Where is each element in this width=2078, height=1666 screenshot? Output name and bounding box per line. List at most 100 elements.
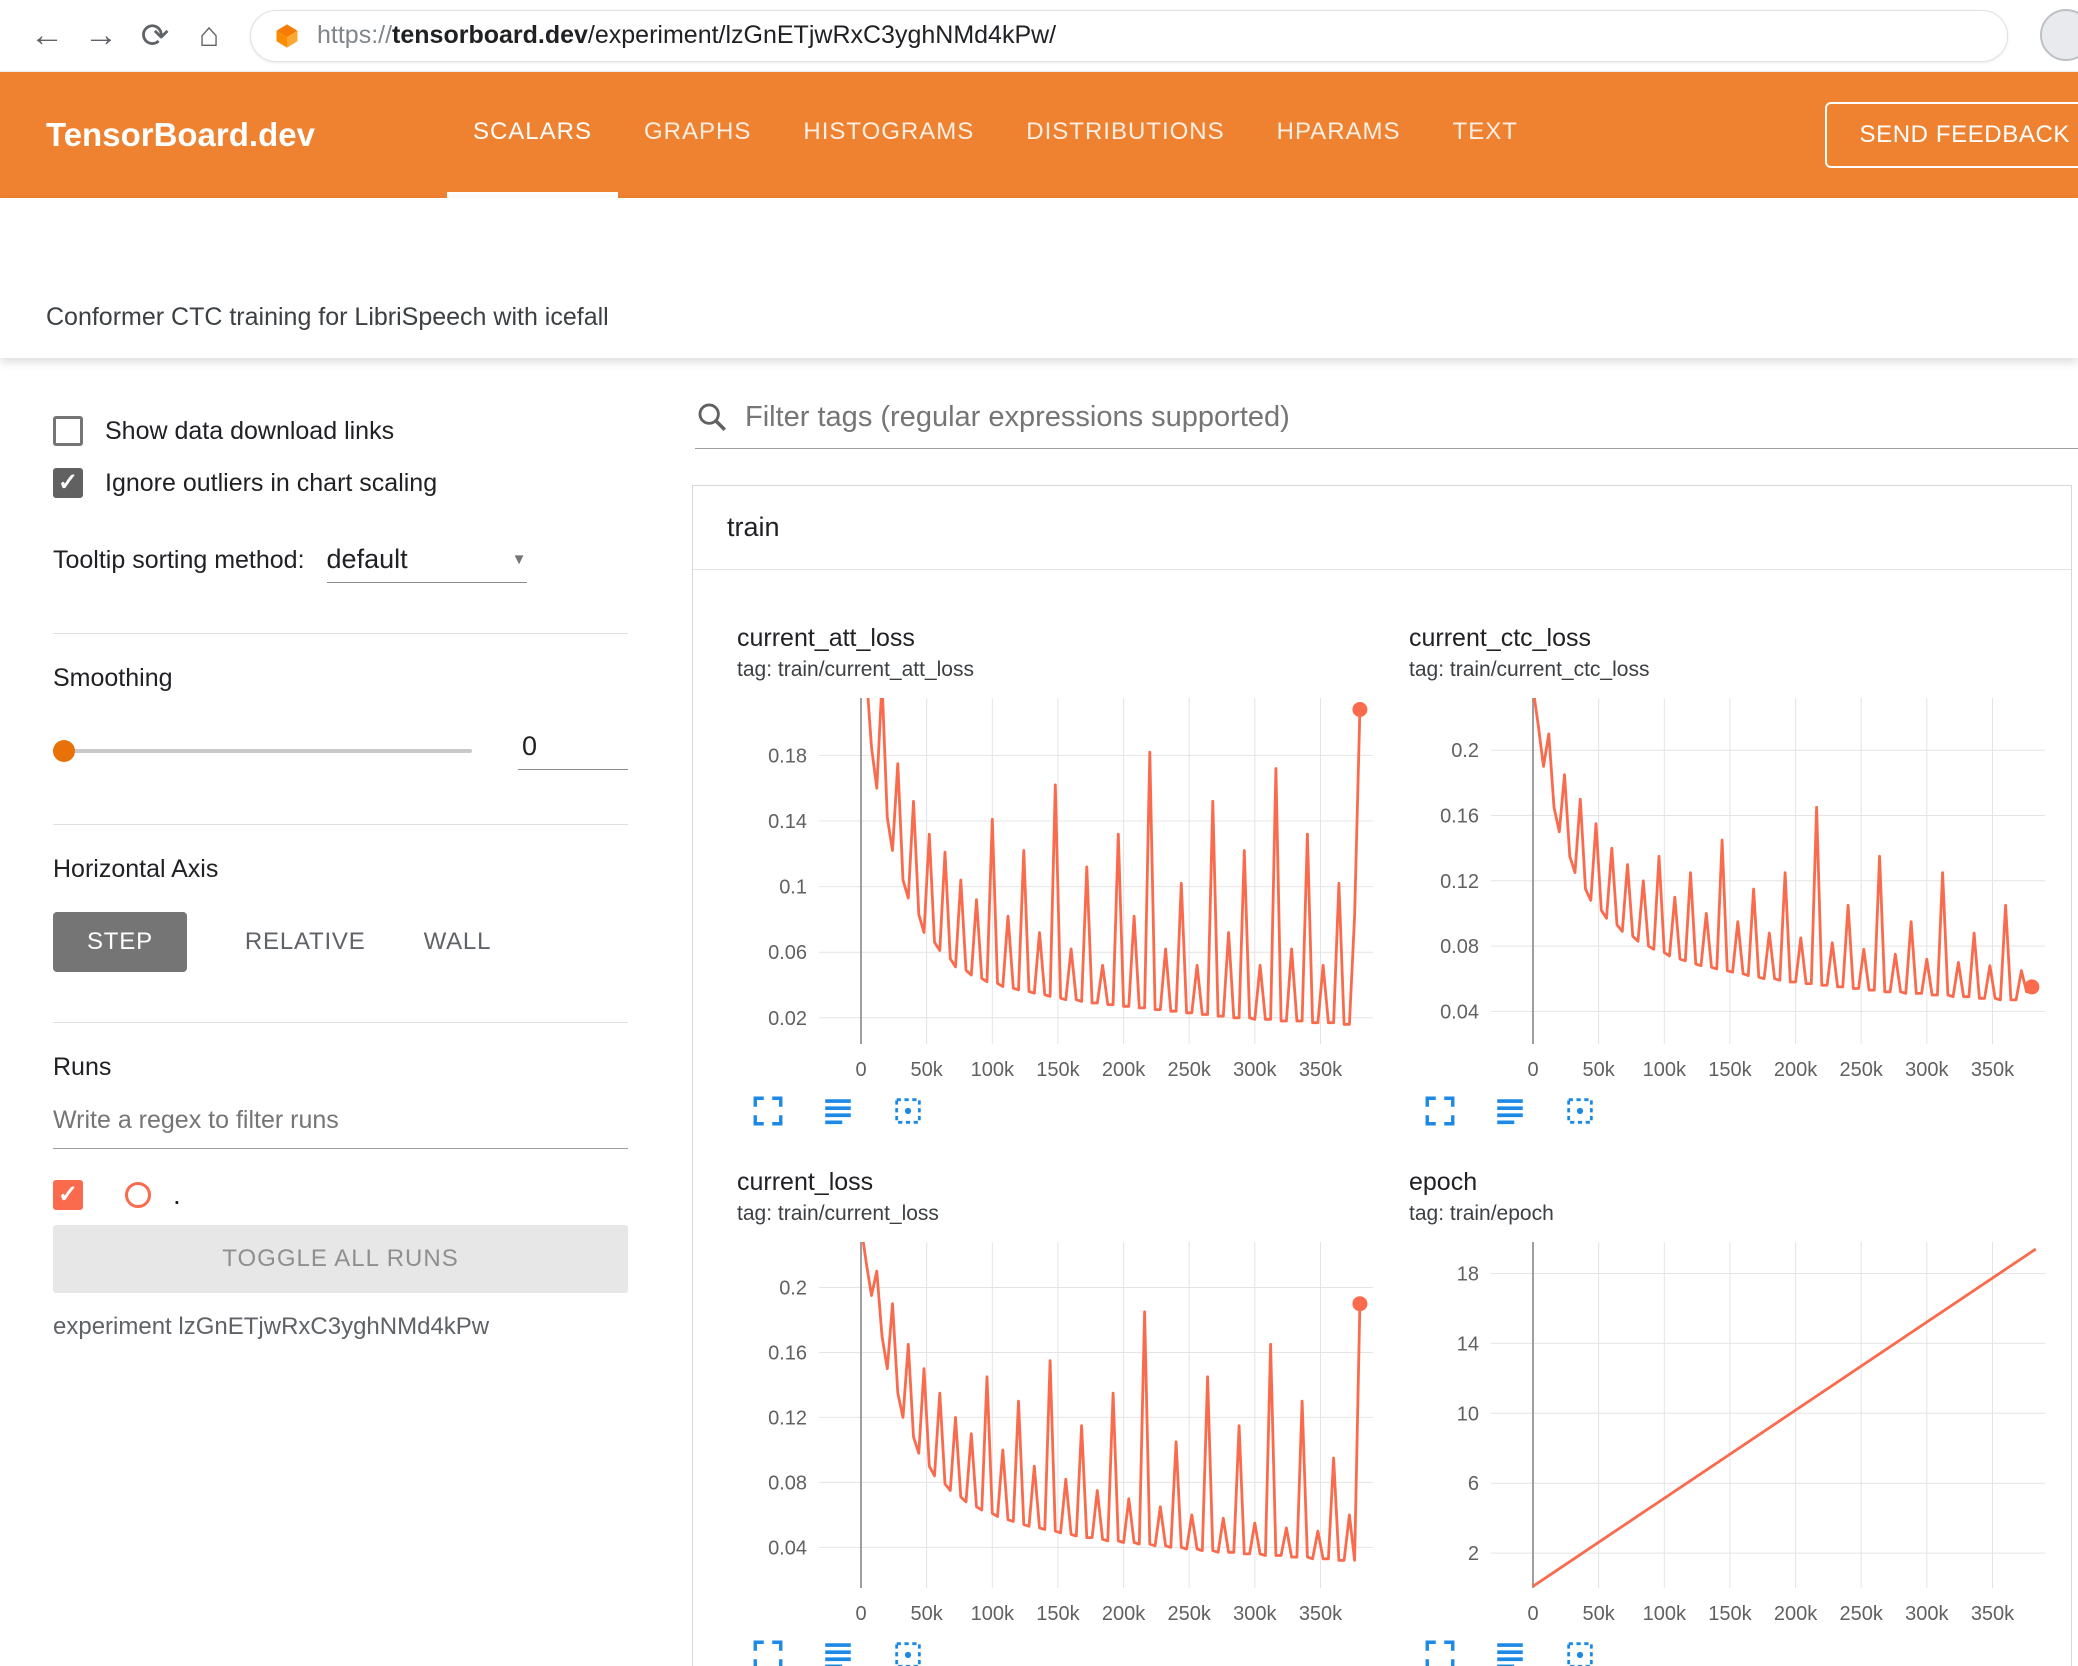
chart-toolbar	[1423, 1638, 2069, 1666]
runs-filter-input[interactable]	[53, 1098, 628, 1149]
lines-icon[interactable]	[821, 1094, 855, 1128]
ignore-outliers-checkbox[interactable]: Ignore outliers in chart scaling	[53, 468, 628, 498]
svg-text:100k: 100k	[971, 1059, 1015, 1081]
svg-text:150k: 150k	[1036, 1059, 1080, 1081]
svg-text:200k: 200k	[1102, 1059, 1146, 1081]
slider-thumb[interactable]	[53, 739, 75, 762]
checkbox-unchecked-icon	[53, 416, 83, 446]
card-title[interactable]: train	[693, 486, 2071, 570]
line-chart[interactable]: 2 6 10 14 18 0 50k 100k 150k 200k 250k 300k 350k	[1409, 1232, 2059, 1632]
svg-text:350k: 350k	[1299, 1603, 1343, 1625]
svg-text:0: 0	[855, 1059, 866, 1081]
svg-text:200k: 200k	[1774, 1603, 1818, 1625]
url-bar[interactable]: https://tensorboard.dev/experiment/lzGnE…	[250, 9, 2008, 62]
tab-graphs[interactable]: GRAPHS	[618, 72, 777, 198]
smoothing-slider[interactable]	[53, 736, 472, 766]
svg-text:350k: 350k	[1971, 1603, 2015, 1625]
experiment-title: Conformer CTC training for LibriSpeech w…	[46, 303, 609, 331]
tab-hparams[interactable]: HPARAMS	[1251, 72, 1427, 198]
url-scheme: https://	[317, 21, 393, 49]
horizontal-axis-label: Horizontal Axis	[53, 855, 219, 883]
tab-scalars[interactable]: SCALARS	[446, 72, 618, 198]
back-icon[interactable]: ←	[20, 16, 74, 55]
svg-text:200k: 200k	[1774, 1059, 1818, 1081]
reload-icon[interactable]: ⟳	[128, 16, 182, 56]
fit-to-data-icon[interactable]	[891, 1638, 925, 1666]
svg-text:10: 10	[1457, 1403, 1479, 1425]
divider	[53, 824, 628, 825]
svg-text:0.12: 0.12	[1440, 871, 1479, 893]
svg-text:50k: 50k	[1582, 1603, 1615, 1625]
svg-text:50k: 50k	[910, 1603, 943, 1625]
svg-text:100k: 100k	[1643, 1059, 1687, 1081]
step-button[interactable]: STEP	[53, 912, 187, 972]
chart-toolbar	[751, 1638, 1397, 1666]
svg-text:0.06: 0.06	[768, 942, 807, 964]
smoothing-value-input[interactable]	[518, 731, 628, 770]
svg-text:250k: 250k	[1840, 1059, 1884, 1081]
run-row[interactable]: .	[53, 1179, 628, 1211]
svg-text:0.04: 0.04	[768, 1537, 807, 1559]
svg-text:150k: 150k	[1708, 1603, 1752, 1625]
wall-button[interactable]: WALL	[424, 912, 492, 972]
fullscreen-icon[interactable]	[751, 1094, 785, 1128]
home-icon[interactable]: ⌂	[182, 16, 236, 55]
line-chart[interactable]: 0.04 0.08 0.12 0.16 0.2 0 50k 100k 150k 200k 250k 3…	[737, 1232, 1387, 1632]
tab-histograms[interactable]: HISTOGRAMS	[777, 72, 1000, 198]
lines-icon[interactable]	[1493, 1638, 1527, 1666]
forward-icon[interactable]: →	[74, 16, 128, 55]
send-feedback-button[interactable]: SEND FEEDBACK	[1825, 102, 2078, 168]
svg-text:200k: 200k	[1102, 1603, 1146, 1625]
chart-tag: tag: train/epoch	[1409, 1202, 1554, 1225]
svg-text:300k: 300k	[1905, 1059, 1949, 1081]
svg-text:300k: 300k	[1233, 1059, 1277, 1081]
filter-tags-input[interactable]	[745, 400, 2078, 434]
chart-current-ctc-loss: current_ctc_loss tag: train/current_ctc_…	[1409, 624, 2069, 1128]
show-download-links-checkbox[interactable]: Show data download links	[53, 416, 628, 446]
svg-text:2: 2	[1468, 1543, 1479, 1565]
run-checkbox[interactable]	[53, 1180, 83, 1210]
tab-text[interactable]: TEXT	[1427, 72, 1544, 198]
svg-text:50k: 50k	[1582, 1059, 1615, 1081]
svg-text:0.1: 0.1	[779, 877, 807, 899]
fullscreen-icon[interactable]	[751, 1638, 785, 1666]
tooltip-sorting-select[interactable]: default ▼	[326, 544, 527, 583]
lines-icon[interactable]	[821, 1638, 855, 1666]
tab-distributions[interactable]: DISTRIBUTIONS	[1000, 72, 1250, 198]
settings-sidebar: Show data download links Ignore outliers…	[0, 358, 650, 1666]
checkbox-label: Show data download links	[105, 416, 395, 445]
line-chart[interactable]: 0.04 0.08 0.12 0.16 0.2 0 50k 100k 150k 200k 250k 3…	[1409, 688, 2059, 1088]
divider	[53, 633, 628, 634]
relative-button[interactable]: RELATIVE	[245, 912, 366, 972]
svg-text:250k: 250k	[1168, 1059, 1212, 1081]
chart-toolbar	[751, 1094, 1397, 1128]
smoothing-label: Smoothing	[53, 664, 173, 692]
svg-text:0.2: 0.2	[1451, 740, 1479, 762]
avatar[interactable]	[2040, 9, 2078, 61]
search-icon	[698, 403, 727, 432]
svg-text:0.08: 0.08	[1440, 936, 1479, 958]
svg-text:0.16: 0.16	[768, 1343, 807, 1365]
chart-epoch: epoch tag: train/epoch 2 6 10 14 18 0 50k 100k 1…	[1409, 1168, 2069, 1666]
svg-text:0.2: 0.2	[779, 1278, 807, 1300]
svg-text:100k: 100k	[1643, 1603, 1687, 1625]
fullscreen-icon[interactable]	[1423, 1638, 1457, 1666]
fit-to-data-icon[interactable]	[891, 1094, 925, 1128]
scalars-main-panel: train current_att_loss tag: train/curren…	[650, 358, 2078, 1666]
fullscreen-icon[interactable]	[1423, 1094, 1457, 1128]
toggle-all-runs-button[interactable]: TOGGLE ALL RUNS	[53, 1225, 628, 1293]
fit-to-data-icon[interactable]	[1563, 1638, 1597, 1666]
train-card: train current_att_loss tag: train/curren…	[692, 485, 2072, 1666]
runs-label: Runs	[53, 1053, 112, 1081]
chart-tag: tag: train/current_att_loss	[737, 658, 974, 681]
divider	[53, 1022, 628, 1023]
run-name: .	[173, 1179, 181, 1210]
nav-tabs: SCALARS GRAPHS HISTOGRAMS DISTRIBUTIONS …	[446, 72, 1544, 198]
line-chart[interactable]: 0.02 0.06 0.1 0.14 0.18 0 50k 100k 150k 200k 250k 3…	[737, 688, 1387, 1088]
fit-to-data-icon[interactable]	[1563, 1094, 1597, 1128]
chart-title: epoch	[1409, 1168, 1478, 1196]
run-color-swatch	[125, 1182, 151, 1208]
checkbox-checked-icon	[53, 468, 83, 498]
lines-icon[interactable]	[1493, 1094, 1527, 1128]
app-logo[interactable]: TensorBoard.dev	[46, 116, 315, 154]
